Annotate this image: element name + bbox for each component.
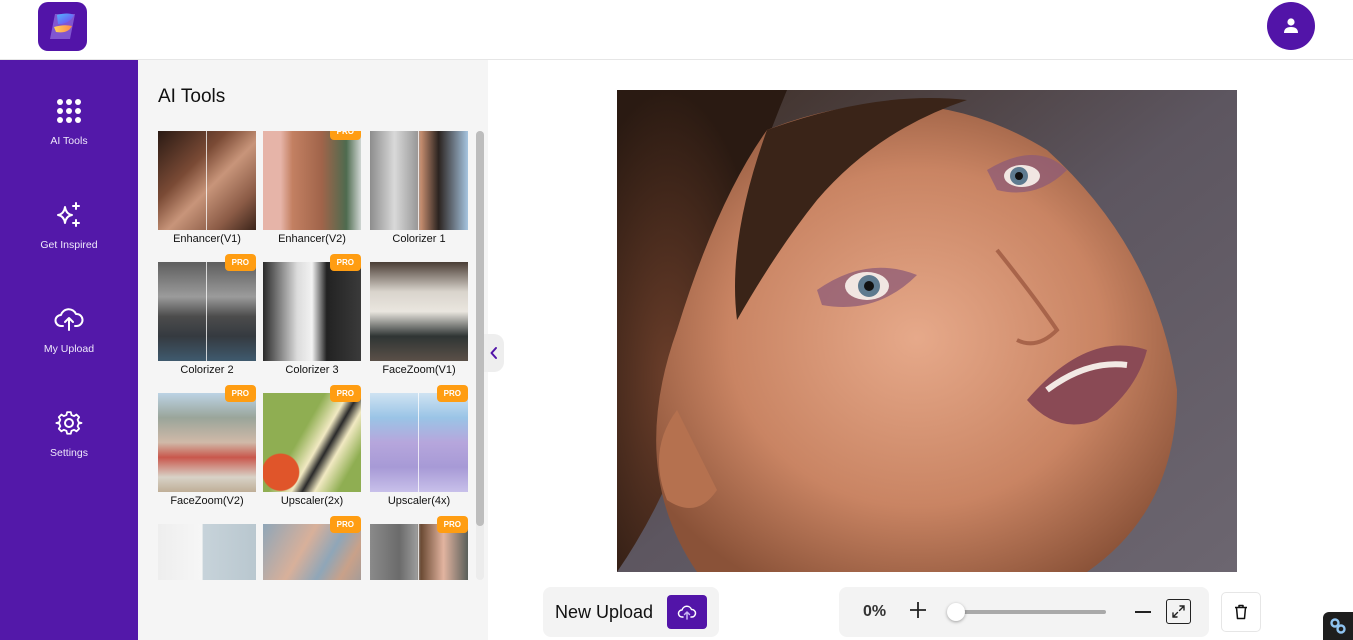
- sidebar-item-label: AI Tools: [50, 135, 88, 147]
- tool-card-portrait-restore[interactable]: PRO: [370, 516, 468, 580]
- sidebar-item-label: My Upload: [43, 343, 95, 355]
- tool-card-colorizer-2[interactable]: PRO Colorizer 2: [158, 254, 256, 376]
- account-avatar-button[interactable]: [1267, 2, 1315, 50]
- user-icon: [1284, 18, 1298, 33]
- sidebar-item-label: Settings: [50, 447, 88, 459]
- zoom-slider[interactable]: [956, 610, 1106, 614]
- link-icon: [1330, 618, 1346, 634]
- tool-thumbnail: [370, 393, 468, 492]
- sidebar-item-get-inspired[interactable]: Get Inspired: [0, 199, 138, 279]
- ai-tools-panel: AI Tools Enhancer(V1) PRO Enhancer(V2) C…: [138, 60, 488, 640]
- pro-badge: PRO: [436, 385, 468, 402]
- pro-badge: PRO: [224, 254, 256, 271]
- tool-card-upscaler-4x[interactable]: PRO Upscaler(4x): [370, 385, 468, 507]
- cloud-upload-icon: [53, 303, 85, 335]
- sidebar-item-ai-tools[interactable]: AI Tools: [0, 95, 138, 175]
- app-logo[interactable]: [38, 2, 87, 51]
- before-after-divider: [206, 131, 207, 230]
- tool-name: Enhancer(V1): [173, 233, 241, 245]
- tool-card-colorizer-3[interactable]: PRO Colorizer 3: [263, 254, 361, 376]
- zoom-out-button[interactable]: [1135, 611, 1151, 613]
- tool-thumbnail: [158, 262, 256, 361]
- zoom-percent: 0%: [863, 603, 887, 620]
- sidebar: AI Tools Get Inspired My Upload Settings: [0, 60, 138, 640]
- image-canvas[interactable]: [617, 90, 1237, 572]
- tool-thumbnail: [158, 524, 256, 580]
- tool-thumbnail: [263, 262, 361, 361]
- delete-button[interactable]: [1221, 592, 1261, 632]
- pro-badge: PRO: [224, 385, 256, 402]
- tool-thumbnail: [263, 131, 361, 230]
- tool-name: FaceZoom(V2): [170, 495, 244, 507]
- tool-card-branch[interactable]: PRO: [263, 516, 361, 580]
- tool-card-background-remover[interactable]: [158, 524, 256, 580]
- trash-icon: [1235, 604, 1247, 620]
- tool-card-upscaler-2x[interactable]: PRO Upscaler(2x): [263, 385, 361, 507]
- panel-title: AI Tools: [158, 86, 226, 107]
- pro-badge: PRO: [329, 516, 361, 533]
- fullscreen-button[interactable]: [1166, 599, 1191, 624]
- tool-card-enhancer-v2[interactable]: PRO Enhancer(V2): [263, 131, 361, 245]
- pro-badge: PRO: [329, 131, 361, 140]
- sidebar-item-my-upload[interactable]: My Upload: [0, 303, 138, 383]
- collapse-panel-button[interactable]: [484, 334, 504, 372]
- zoom-slider-handle[interactable]: [947, 603, 965, 621]
- new-upload-label: New Upload: [555, 602, 654, 622]
- before-after-divider: [206, 262, 207, 361]
- tool-thumbnail: [158, 393, 256, 492]
- tool-name: Colorizer 2: [180, 364, 234, 376]
- expand-icon: [1172, 605, 1185, 618]
- tool-thumbnail: [370, 262, 468, 361]
- pro-badge: PRO: [436, 516, 468, 533]
- tool-name: FaceZoom(V1): [382, 364, 456, 376]
- tool-card-colorizer-1[interactable]: Colorizer 1: [370, 131, 468, 245]
- tool-thumbnail: [370, 131, 468, 230]
- sparkles-icon: [53, 199, 85, 231]
- tool-name: Colorizer 1: [392, 233, 446, 245]
- pro-badge: PRO: [329, 254, 361, 271]
- plus-icon: [910, 602, 926, 618]
- before-after-divider: [418, 131, 419, 230]
- zoom-controls: 0%: [839, 587, 1209, 637]
- pro-badge: PRO: [329, 385, 361, 402]
- link-widget-button[interactable]: [1323, 612, 1353, 640]
- before-after-divider: [418, 524, 419, 580]
- tool-name: Upscaler(2x): [280, 495, 344, 507]
- grid-icon: [53, 95, 85, 127]
- tool-name: Enhancer(V2): [278, 233, 346, 245]
- top-bar: [0, 0, 1353, 60]
- gear-icon: [53, 407, 85, 439]
- tools-grid: Enhancer(V1) PRO Enhancer(V2) Colorizer …: [158, 131, 478, 580]
- zoom-in-button[interactable]: [909, 601, 927, 623]
- scrollbar-thumb[interactable]: [476, 131, 484, 526]
- cloud-upload-icon: [677, 605, 697, 620]
- new-upload-control[interactable]: New Upload: [543, 587, 719, 637]
- tool-name: Upscaler(4x): [387, 495, 451, 507]
- tool-name: Colorizer 3: [285, 364, 339, 376]
- new-upload-button[interactable]: [667, 595, 707, 629]
- chevron-left-icon: [490, 347, 497, 359]
- tool-card-facezoom-v2[interactable]: PRO FaceZoom(V2): [158, 385, 256, 507]
- portrait-photo: [617, 90, 1237, 572]
- tool-card-facezoom-v1[interactable]: FaceZoom(V1): [370, 262, 468, 376]
- sidebar-item-settings[interactable]: Settings: [0, 407, 138, 487]
- sidebar-item-label: Get Inspired: [40, 239, 98, 251]
- tool-card-enhancer-v1[interactable]: Enhancer(V1): [158, 131, 256, 245]
- before-after-divider: [418, 393, 419, 492]
- tool-thumbnail: [263, 393, 361, 492]
- tool-thumbnail: [158, 131, 256, 230]
